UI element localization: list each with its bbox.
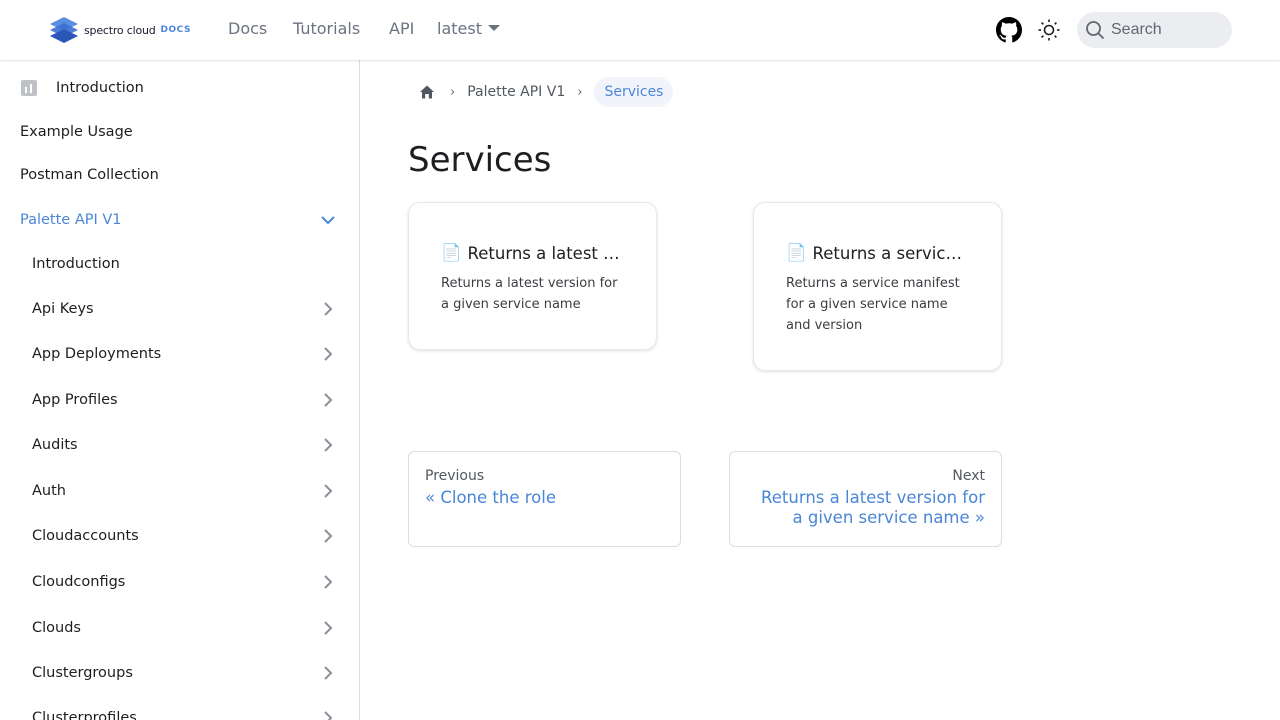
breadcrumb: › Palette API V1 › Services: [416, 76, 674, 108]
brand-logo-link[interactable]: spectro cloud DOCS: [48, 15, 191, 45]
breadcrumb-item-palette-api-v1[interactable]: Palette API V1: [467, 84, 565, 100]
sidebar-item-cloudconfigs[interactable]: Cloudconfigs: [0, 562, 359, 602]
navbar: spectro cloud DOCS Docs Tutorials API la…: [0, 0, 1280, 60]
chevron-right-icon[interactable]: [319, 573, 337, 591]
caret-down-icon: [487, 25, 500, 31]
pagination-previous-label: « Clone the role: [425, 488, 556, 507]
document-icon: 📄: [441, 243, 462, 262]
card-returns-service-manifest[interactable]: 📄 Returns a service … Returns a service …: [753, 202, 1002, 371]
sidebar-item-auth[interactable]: Auth: [0, 471, 359, 511]
pagination-next[interactable]: Next Returns a latest version for a give…: [729, 451, 1002, 547]
github-icon: [996, 17, 1022, 43]
page-title: Services: [408, 140, 552, 180]
card-returns-latest-version[interactable]: 📄 Returns a latest v… Returns a latest v…: [408, 202, 657, 350]
brand-name: spectro cloud: [84, 23, 156, 37]
chevron-right-icon[interactable]: [319, 300, 337, 318]
sidebar-item-label: Audits: [32, 437, 78, 453]
sidebar-item-label: Cloudaccounts: [32, 528, 139, 544]
sidebar-item-introduction-v1[interactable]: Introduction: [0, 244, 359, 284]
nav-link-docs[interactable]: Docs: [228, 19, 267, 38]
pagination-previous[interactable]: Previous « Clone the role: [408, 451, 681, 547]
card-description: Returns a latest version for a given ser…: [441, 276, 618, 312]
sidebar-item-label: Clustergroups: [32, 665, 133, 681]
theme-toggle-button[interactable]: [1035, 16, 1063, 44]
chevron-right-icon[interactable]: [319, 436, 337, 454]
card-description: Returns a service manifest for a given s…: [786, 276, 960, 333]
search-placeholder: Search: [1111, 21, 1162, 38]
chevron-right-icon[interactable]: [319, 527, 337, 545]
sidebar-item-label: Postman Collection: [20, 167, 159, 183]
sidebar-item-label: Introduction: [32, 256, 120, 272]
card-title: 📄 Returns a service …: [786, 243, 969, 263]
sidebar-item-label: Clusterprofiles: [32, 710, 137, 720]
sidebar-item-audits[interactable]: Audits: [0, 425, 359, 465]
chevron-right-icon[interactable]: [319, 482, 337, 500]
pagination-next-label: Returns a latest version for a given ser…: [761, 488, 985, 527]
sidebar-item-label: Clouds: [32, 620, 81, 636]
chevron-right-icon[interactable]: [319, 619, 337, 637]
brand-docs-label: DOCS: [160, 25, 191, 35]
version-dropdown-label: latest: [437, 19, 482, 38]
page-icon: [21, 80, 37, 96]
breadcrumb-separator-icon: ›: [450, 84, 456, 100]
pagination-next-sublabel: Next: [952, 468, 985, 484]
nav-link-tutorials[interactable]: Tutorials: [293, 19, 360, 38]
search-icon: [1086, 21, 1105, 40]
sidebar-item-cloudaccounts[interactable]: Cloudaccounts: [0, 516, 359, 556]
chevron-right-icon[interactable]: [319, 391, 337, 409]
sidebar-item-introduction[interactable]: Introduction: [0, 68, 359, 108]
sidebar-item-api-keys[interactable]: Api Keys: [0, 289, 359, 329]
sidebar-item-label: Api Keys: [32, 301, 94, 317]
sidebar-item-postman-collection[interactable]: Postman Collection: [0, 155, 359, 195]
search-button[interactable]: Search: [1077, 12, 1232, 48]
breadcrumb-home-link[interactable]: [416, 81, 438, 103]
chevron-right-icon[interactable]: [319, 664, 337, 682]
sidebar-item-app-deployments[interactable]: App Deployments: [0, 334, 359, 374]
sidebar-item-clustergroups[interactable]: Clustergroups: [0, 653, 359, 693]
breadcrumb-item-current: Services: [594, 77, 674, 107]
sidebar: Introduction Example Usage Postman Colle…: [0, 60, 360, 720]
sidebar-item-label: App Profiles: [32, 392, 118, 408]
card-title-text: Returns a service …: [812, 243, 969, 263]
home-icon: [420, 85, 434, 99]
card-title: 📄 Returns a latest v…: [441, 243, 624, 263]
sidebar-item-label: App Deployments: [32, 346, 162, 362]
chevron-right-icon[interactable]: [319, 345, 337, 363]
chevron-right-icon[interactable]: [319, 709, 337, 720]
sidebar-category-label: Palette API V1: [20, 212, 122, 228]
spectro-cloud-logo-icon: [50, 17, 78, 43]
pagination-previous-sublabel: Previous: [425, 468, 485, 484]
breadcrumb-separator-icon: ›: [577, 84, 583, 100]
sun-icon: [1038, 19, 1060, 41]
sidebar-category-palette-api-v1[interactable]: Palette API V1: [0, 200, 359, 240]
sidebar-item-clusterprofiles[interactable]: Clusterprofiles: [0, 698, 359, 720]
chevron-down-icon[interactable]: [319, 211, 337, 229]
github-link[interactable]: [995, 16, 1023, 44]
sidebar-item-clouds[interactable]: Clouds: [0, 608, 359, 648]
nav-link-api[interactable]: API: [389, 19, 414, 38]
sidebar-item-app-profiles[interactable]: App Profiles: [0, 380, 359, 420]
version-dropdown[interactable]: latest: [437, 19, 500, 38]
sidebar-item-label: Example Usage: [20, 124, 133, 140]
sidebar-item-example-usage[interactable]: Example Usage: [0, 112, 359, 152]
sidebar-item-label: Introduction: [56, 80, 144, 96]
sidebar-item-label: Auth: [32, 483, 66, 499]
sidebar-item-label: Cloudconfigs: [32, 574, 126, 590]
card-title-text: Returns a latest v…: [467, 243, 624, 263]
document-icon: 📄: [786, 243, 807, 262]
